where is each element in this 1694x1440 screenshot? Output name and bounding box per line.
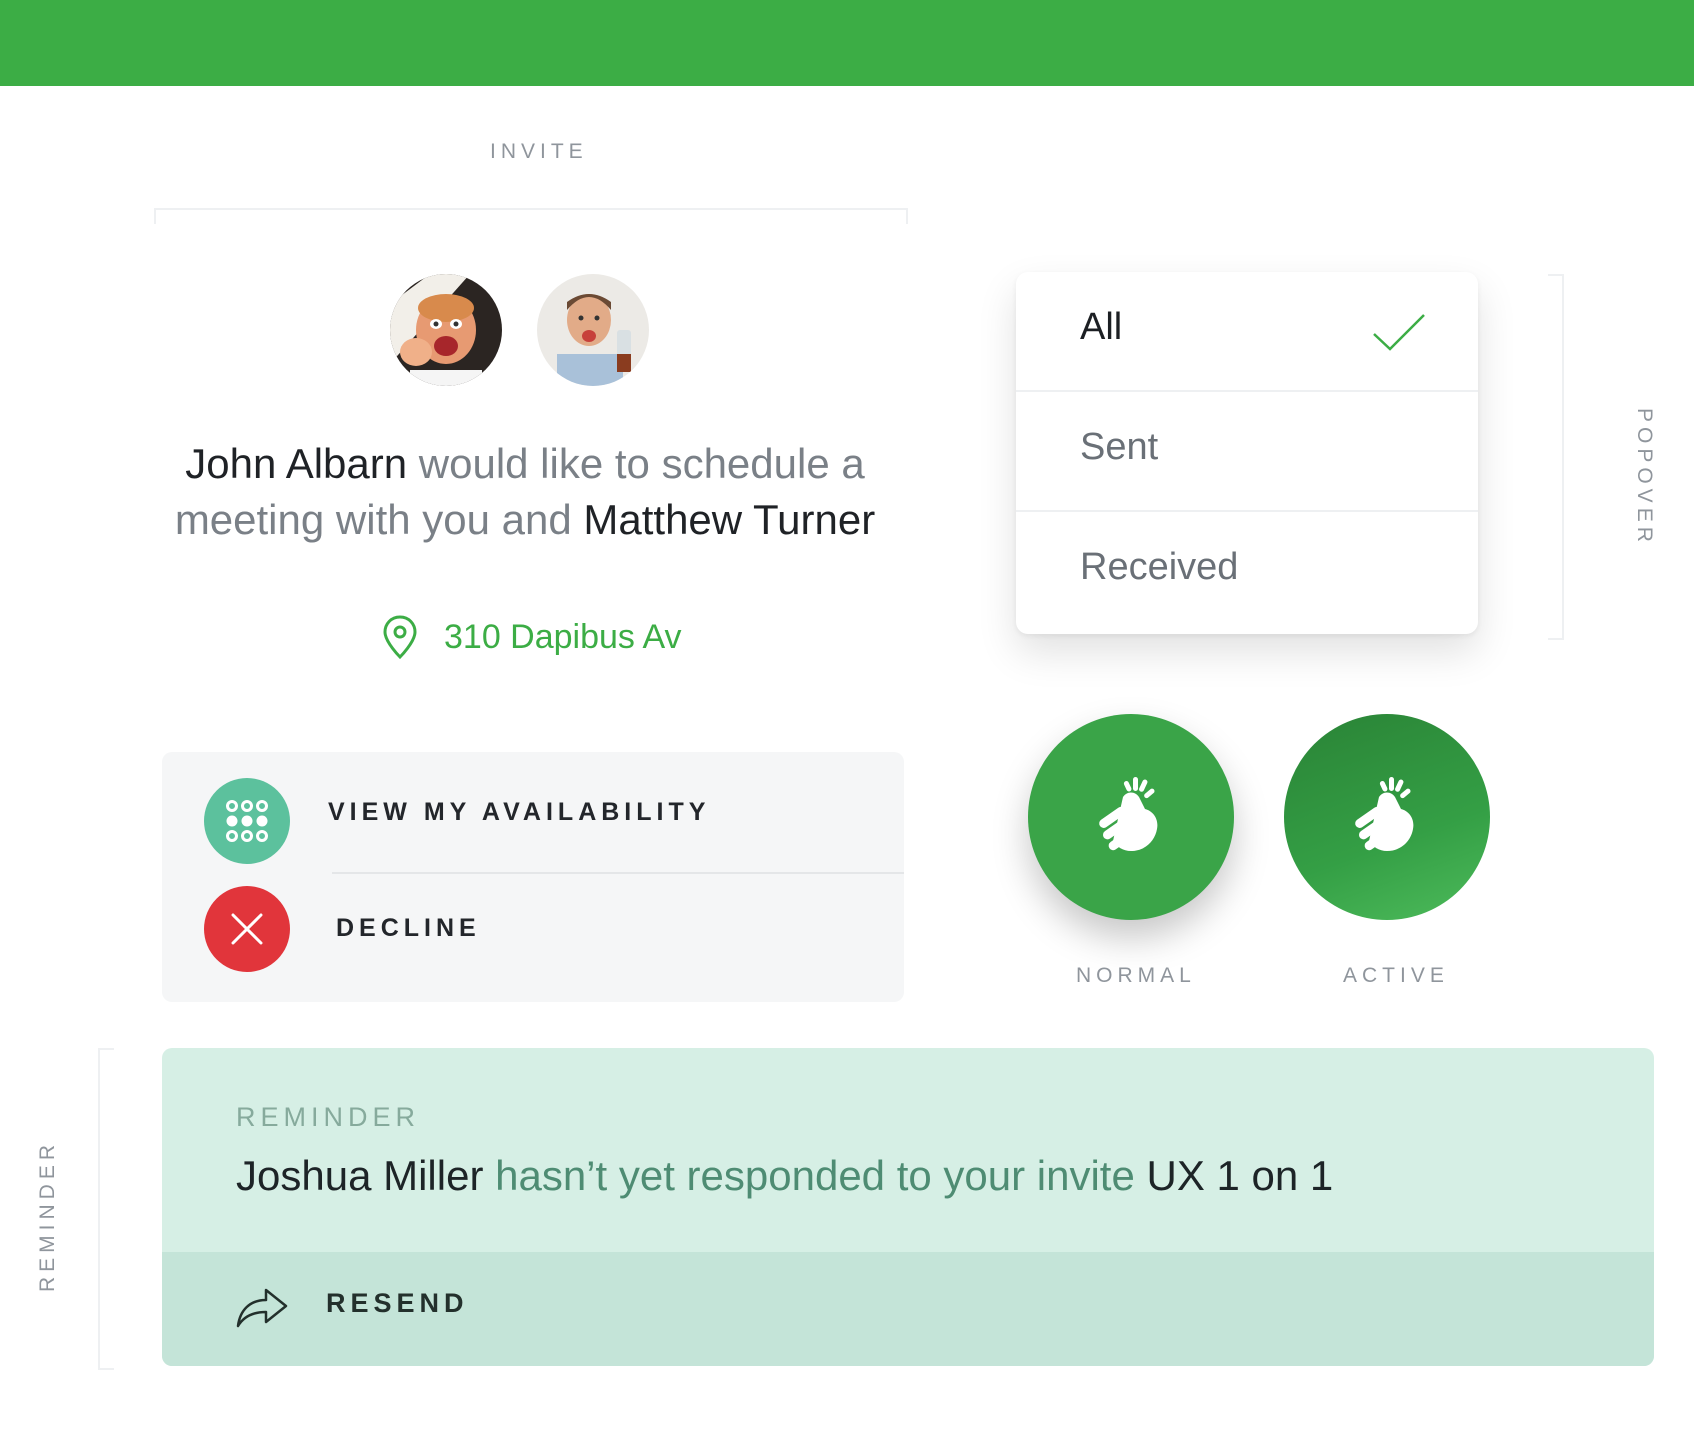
reminder-person: Joshua Miller xyxy=(236,1152,484,1199)
popover-item-label: Sent xyxy=(1080,426,1159,468)
reminder-title: REMINDER xyxy=(236,1102,421,1132)
finger-snap-icon xyxy=(1099,777,1158,851)
invite-section-label: INVITE xyxy=(490,140,588,163)
reminder-event: UX 1 on 1 xyxy=(1146,1152,1334,1199)
share-arrow-icon xyxy=(236,1288,288,1328)
invite-message: John Albarn would like to schedule a mee… xyxy=(140,436,910,548)
decline-label: DECLINE xyxy=(336,914,481,942)
popover-section-label: POPOVER xyxy=(1633,408,1656,547)
invite-actions-panel: VIEW MY AVAILABILITY DECLINE xyxy=(162,752,904,1002)
reminder-message-body: hasn’t yet responded to your invite xyxy=(483,1152,1147,1199)
close-icon xyxy=(204,886,290,972)
resend-button[interactable]: RESEND xyxy=(162,1252,1654,1366)
popover-bracket-divider xyxy=(1548,274,1564,640)
reminder-message: Joshua Miller hasn’t yet responded to yo… xyxy=(236,1152,1333,1200)
avatar-matthew-turner xyxy=(537,274,649,386)
avatar-photo-1-icon xyxy=(390,274,502,386)
snap-fab-normal[interactable] xyxy=(1028,714,1234,920)
fab-normal-caption: NORMAL xyxy=(1076,964,1196,987)
grid-dots-icon xyxy=(204,778,290,864)
reminder-bracket-divider xyxy=(98,1048,114,1370)
filter-popover: All Sent Received xyxy=(1016,272,1478,634)
popover-item-label: All xyxy=(1080,306,1123,348)
inviter-name: John Albarn xyxy=(185,440,408,487)
popover-item-all[interactable]: All xyxy=(1016,272,1478,390)
reminder-section-label: REMINDER xyxy=(36,1140,59,1293)
snap-fab-active[interactable] xyxy=(1284,714,1490,920)
popover-item-label: Received xyxy=(1080,546,1239,588)
fab-active-caption: ACTIVE xyxy=(1343,964,1449,987)
top-brand-bar xyxy=(0,0,1694,86)
invite-bracket-divider xyxy=(154,208,908,224)
checkmark-icon xyxy=(1373,314,1425,351)
view-availability-label: VIEW MY AVAILABILITY xyxy=(328,798,711,826)
popover-item-sent[interactable]: Sent xyxy=(1016,392,1478,510)
avatar-photo-2-icon xyxy=(537,274,649,386)
avatar-john-albarn xyxy=(390,274,502,386)
view-availability-button[interactable]: VIEW MY AVAILABILITY xyxy=(162,752,904,872)
location-text: 310 Dapibus Av xyxy=(444,617,682,656)
resend-label: RESEND xyxy=(326,1288,469,1318)
invitee-name: Matthew Turner xyxy=(583,496,876,543)
decline-button[interactable]: DECLINE xyxy=(162,872,904,992)
map-pin-icon xyxy=(383,615,417,660)
meeting-location[interactable]: 310 Dapibus Av xyxy=(380,612,682,662)
reminder-card: REMINDER Joshua Miller hasn’t yet respon… xyxy=(162,1048,1654,1366)
popover-item-received[interactable]: Received xyxy=(1016,512,1478,630)
finger-snap-icon xyxy=(1355,777,1414,851)
